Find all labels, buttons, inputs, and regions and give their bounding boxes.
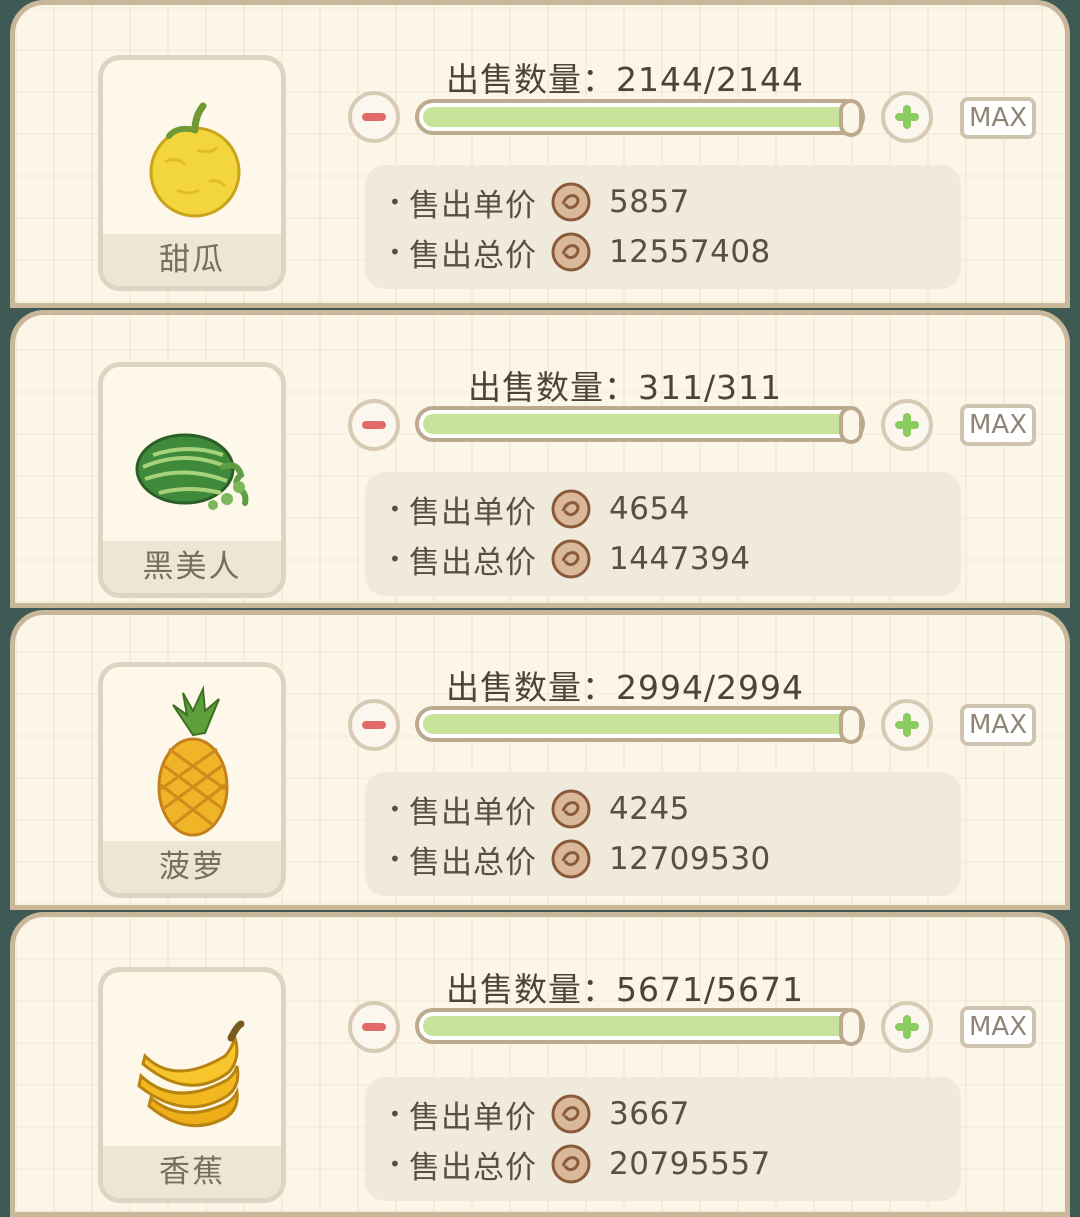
fruit-card: 香蕉 bbox=[98, 967, 286, 1203]
fruit-card: 甜瓜 bbox=[98, 55, 286, 291]
coin-icon bbox=[551, 1144, 591, 1184]
total-price-value: 12709530 bbox=[609, 841, 771, 877]
increase-button[interactable] bbox=[881, 399, 933, 451]
price-box: • 售出单价 5857 • 售出总价 12557408 bbox=[365, 165, 961, 289]
total-price-row: • 售出总价 12557408 bbox=[389, 232, 771, 274]
unit-price-row: • 售出单价 5857 bbox=[389, 182, 690, 224]
coin-icon bbox=[551, 232, 591, 272]
decrease-button[interactable] bbox=[348, 91, 400, 143]
quantity-slider[interactable] bbox=[415, 99, 865, 137]
slider-fill bbox=[423, 414, 857, 434]
melon-icon bbox=[149, 102, 241, 218]
sell-panel-melon: 甜瓜 出售数量：2144/2144 MAX • 售出单价 5857 • 售出总价 1… bbox=[10, 0, 1070, 308]
sell-quantity-label: 出售数量：2144/2144 bbox=[445, 60, 805, 99]
coin-icon bbox=[551, 539, 591, 579]
unit-price-value: 5857 bbox=[609, 184, 690, 220]
max-button[interactable]: MAX bbox=[960, 404, 1036, 446]
decrease-button[interactable] bbox=[348, 399, 400, 451]
slider-fill bbox=[423, 107, 857, 127]
fruit-name: 甜瓜 bbox=[103, 234, 281, 286]
sell-quantity-label: 出售数量：311/311 bbox=[467, 368, 783, 407]
coin-icon bbox=[551, 182, 591, 222]
sell-panel-watermelon: 黑美人 出售数量：311/311 MAX • 售出单价 4654 • 售出总价 14… bbox=[10, 310, 1070, 608]
sell-panel-banana: 香蕉 出售数量：5671/5671 MAX • 售出单价 3667 • 售出总价 2… bbox=[10, 912, 1070, 1217]
pineapple-icon bbox=[157, 685, 229, 837]
slider-fill bbox=[423, 714, 857, 734]
slider-handle[interactable] bbox=[839, 1008, 863, 1046]
slider-fill bbox=[423, 1016, 857, 1036]
increase-button[interactable] bbox=[881, 699, 933, 751]
unit-price-value: 4654 bbox=[609, 491, 690, 527]
max-button[interactable]: MAX bbox=[960, 704, 1036, 746]
total-price-row: • 售出总价 20795557 bbox=[389, 1144, 771, 1186]
total-price-value: 20795557 bbox=[609, 1146, 771, 1182]
sell-panel-pineapple: 菠萝 出售数量：2994/2994 MAX • 售出单价 4245 • 售出总价 1… bbox=[10, 610, 1070, 910]
decrease-button[interactable] bbox=[348, 699, 400, 751]
total-price-value: 1447394 bbox=[609, 541, 751, 577]
watermelon-icon bbox=[135, 433, 249, 510]
unit-price-row: • 售出单价 4245 bbox=[389, 789, 690, 831]
total-price-value: 12557408 bbox=[609, 234, 771, 270]
slider-handle[interactable] bbox=[839, 706, 863, 744]
unit-price-value: 3667 bbox=[609, 1096, 690, 1132]
price-box: • 售出单价 4654 • 售出总价 1447394 bbox=[365, 472, 961, 596]
fruit-card: 菠萝 bbox=[98, 662, 286, 898]
fruit-card: 黑美人 bbox=[98, 362, 286, 598]
slider-handle[interactable] bbox=[839, 99, 863, 137]
unit-price-row: • 售出单价 3667 bbox=[389, 1094, 690, 1136]
coin-icon bbox=[551, 1094, 591, 1134]
max-button[interactable]: MAX bbox=[960, 97, 1036, 139]
decrease-button[interactable] bbox=[348, 1001, 400, 1053]
fruit-name: 黑美人 bbox=[103, 541, 281, 593]
quantity-slider[interactable] bbox=[415, 706, 865, 744]
unit-price-value: 4245 bbox=[609, 791, 690, 827]
coin-icon bbox=[551, 489, 591, 529]
total-price-row: • 售出总价 1447394 bbox=[389, 539, 751, 581]
unit-price-row: • 售出单价 4654 bbox=[389, 489, 690, 531]
coin-icon bbox=[551, 789, 591, 829]
max-button[interactable]: MAX bbox=[960, 1006, 1036, 1048]
price-box: • 售出单价 4245 • 售出总价 12709530 bbox=[365, 772, 961, 896]
quantity-slider[interactable] bbox=[415, 406, 865, 444]
slider-handle[interactable] bbox=[839, 406, 863, 444]
sell-quantity-label: 出售数量：5671/5671 bbox=[445, 970, 805, 1009]
sell-quantity-label: 出售数量：2994/2994 bbox=[445, 668, 805, 707]
increase-button[interactable] bbox=[881, 1001, 933, 1053]
fruit-name: 菠萝 bbox=[103, 841, 281, 893]
coin-icon bbox=[551, 839, 591, 879]
increase-button[interactable] bbox=[881, 91, 933, 143]
banana-icon bbox=[137, 1020, 245, 1128]
fruit-name: 香蕉 bbox=[103, 1146, 281, 1198]
price-box: • 售出单价 3667 • 售出总价 20795557 bbox=[365, 1077, 961, 1201]
quantity-slider[interactable] bbox=[415, 1008, 865, 1046]
total-price-row: • 售出总价 12709530 bbox=[389, 839, 771, 881]
